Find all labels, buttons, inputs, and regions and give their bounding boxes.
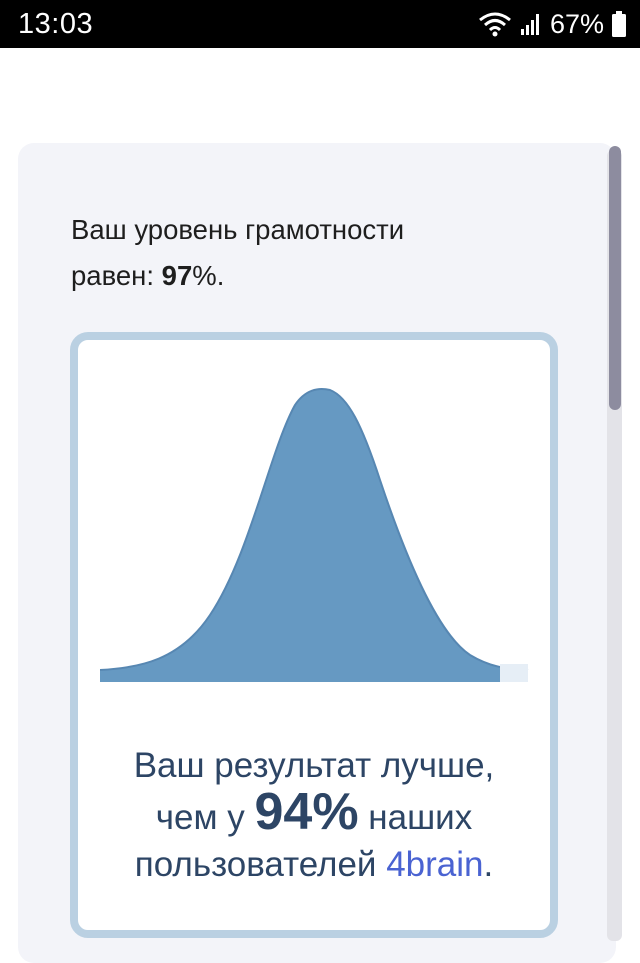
percentile-value: 94% bbox=[254, 783, 359, 841]
intro-score-suffix: %. bbox=[192, 260, 225, 291]
comparison-text: Ваш результат лучше, чем у 94% наших пол… bbox=[80, 742, 548, 888]
status-time: 13:03 bbox=[18, 7, 94, 40]
battery-percent: 67% bbox=[549, 8, 604, 39]
normal-distribution-chart bbox=[100, 387, 529, 682]
battery-icon bbox=[612, 11, 626, 37]
literacy-level-text: Ваш уровень грамотности равен: 97%. bbox=[71, 207, 511, 299]
intro-line-1: Ваш уровень грамотности bbox=[71, 214, 405, 245]
status-icons: 67% bbox=[478, 9, 626, 40]
comparison-line-3-prefix: пользователей bbox=[134, 845, 387, 884]
chart-upper-tail bbox=[500, 664, 528, 682]
signal-icon bbox=[520, 12, 542, 36]
status-bar: 13:03 67% bbox=[0, 0, 640, 48]
literacy-score: 97 bbox=[161, 260, 193, 291]
comparison-prefix: чем у bbox=[155, 798, 255, 837]
wifi-icon bbox=[478, 11, 512, 37]
comparison-line-3-suffix: . bbox=[483, 845, 494, 884]
comparison-suffix: наших bbox=[358, 798, 473, 837]
comparison-line-1: Ваш результат лучше, bbox=[133, 746, 495, 785]
brand-name: 4brain bbox=[386, 845, 484, 884]
intro-line-2-prefix: равен: bbox=[71, 260, 162, 291]
distribution-curve-area bbox=[100, 388, 528, 682]
scrollbar-thumb[interactable] bbox=[609, 146, 621, 410]
